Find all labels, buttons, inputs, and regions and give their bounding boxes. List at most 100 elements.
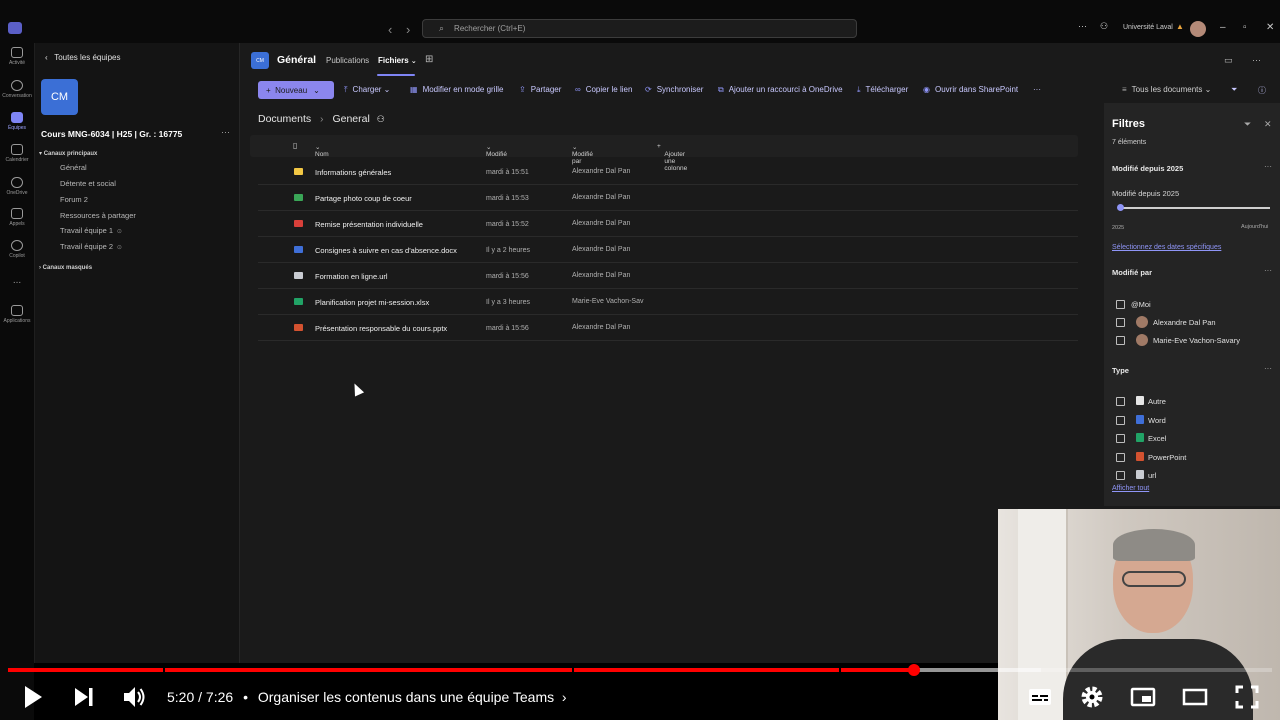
filter-checkbox-type[interactable] [1116, 434, 1125, 443]
file-name[interactable]: Planification projet mi-session.xlsx [315, 298, 429, 307]
channel-travail-1[interactable]: Travail équipe 1 ⊙ [60, 226, 122, 235]
rail-teams[interactable]: Équipes [0, 112, 34, 131]
section-hidden-channels[interactable]: › Canaux masqués [39, 265, 92, 271]
play-icon[interactable] [22, 684, 44, 710]
channel-ressources[interactable]: Ressources à partager [60, 211, 136, 220]
col-modified[interactable]: Modifié ⌄ [486, 143, 507, 158]
share-button[interactable]: ⇪ Partager [519, 85, 561, 94]
rail-calls[interactable]: Appels [0, 208, 34, 227]
channel-detente[interactable]: Détente et social [60, 179, 116, 188]
file-name[interactable]: Informations générales [315, 168, 391, 177]
back-arrow-icon[interactable]: ‹ [388, 22, 392, 37]
view-selector[interactable]: ≡ Tous les documents ⌄ [1122, 85, 1211, 94]
rail-activity[interactable]: Activité [0, 47, 34, 66]
table-row[interactable]: Formation en ligne.url mardi à 15:56 Alexa… [258, 263, 1078, 289]
rail-chat[interactable]: Conversation [0, 80, 34, 99]
fullscreen-icon[interactable] [1234, 684, 1260, 710]
channel-general[interactable]: Général [60, 163, 87, 172]
download-button[interactable]: ⤓ Télécharger [857, 85, 908, 95]
miniplayer-icon[interactable] [1130, 684, 1156, 710]
forward-arrow-icon[interactable]: › [406, 22, 410, 37]
breadcrumb-root[interactable]: Documents [258, 113, 311, 125]
tab-publications[interactable]: Publications [326, 56, 369, 65]
filter-checkbox-type[interactable] [1116, 471, 1125, 480]
settings-gear-icon[interactable] [1079, 684, 1105, 710]
info-icon[interactable]: ⓘ [1258, 85, 1266, 96]
table-row[interactable]: Présentation responsable du cours.pptx ma… [258, 315, 1078, 341]
file-name[interactable]: Remise présentation individuelle [315, 220, 423, 229]
table-row[interactable]: Partage photo coup de coeur mardi à 15:53… [258, 185, 1078, 211]
search-box[interactable]: ⌕ Rechercher (Ctrl+E) [422, 19, 857, 38]
filter-checkbox-marie-eve[interactable] [1116, 336, 1125, 345]
clear-filter-icon[interactable]: ⏷ [1244, 119, 1251, 130]
restore-icon[interactable]: ▫ [1243, 22, 1247, 33]
section-more-icon[interactable]: ··· [1264, 364, 1272, 373]
file-name[interactable]: Présentation responsable du cours.pptx [315, 324, 447, 333]
rail-more[interactable]: ... [0, 275, 34, 286]
copy-link-button[interactable]: ∞ Copier le lien [575, 85, 632, 94]
channel-label: Travail équipe 2 [60, 242, 114, 251]
add-column-button[interactable]: + Ajouter une colonne [657, 143, 687, 172]
rail-copilot[interactable]: Copilot [0, 240, 34, 259]
filter-checkbox-me[interactable] [1116, 300, 1125, 309]
filter-checkbox-alexandre[interactable] [1116, 318, 1125, 327]
rail-apps[interactable]: Applications [0, 305, 34, 324]
add-tab-icon[interactable]: ⊞ [425, 54, 433, 65]
channel-forum-2[interactable]: Forum 2 [60, 195, 88, 204]
channel-travail-2[interactable]: Travail équipe 2 ⊙ [60, 242, 122, 251]
file-name[interactable]: Consignes à suivre en cas d'absence.docx [315, 246, 457, 255]
new-button[interactable]: + Nouveau ⌄ [258, 81, 334, 99]
theater-mode-icon[interactable] [1182, 684, 1208, 710]
next-icon[interactable] [73, 684, 95, 710]
scrubber-handle[interactable] [908, 664, 921, 676]
upload-button[interactable]: ⤒ Charger ⌄ [344, 85, 390, 95]
breadcrumb: Documents › General ⚇ [258, 113, 385, 125]
header-more-icon[interactable]: ··· [1252, 55, 1261, 65]
file-name[interactable]: Partage photo coup de coeur [315, 194, 412, 203]
section-main-channels[interactable]: ▾ Canaux principaux [39, 150, 97, 157]
volume-icon[interactable] [122, 684, 148, 710]
table-row[interactable]: Remise présentation individuelle mardi à … [258, 211, 1078, 237]
open-sharepoint-button[interactable]: ◉ Ouvrir dans SharePoint [923, 85, 1018, 94]
filter-checkbox-type[interactable] [1116, 397, 1125, 406]
search-input[interactable]: Rechercher (Ctrl+E) [454, 24, 525, 33]
chevron-right-icon[interactable]: › [558, 689, 567, 705]
back-to-teams[interactable]: ‹ Toutes les équipes [45, 53, 120, 62]
rail-onedrive[interactable]: OneDrive [0, 177, 34, 196]
toolbar-more-icon[interactable]: ··· [1033, 85, 1041, 94]
people-icon[interactable]: ⚇ [377, 114, 385, 124]
chapter-title[interactable]: Organiser les contenus dans une équipe T… [258, 689, 554, 705]
sync-button[interactable]: ⟳ Synchroniser [645, 85, 703, 94]
subtitles-icon[interactable] [1027, 684, 1053, 710]
date-slider-thumb[interactable] [1117, 204, 1124, 211]
col-modified-by[interactable]: Modifié par ⌄ [572, 143, 593, 165]
close-filters-icon[interactable]: ✕ [1264, 119, 1272, 130]
table-row[interactable]: Consignes à suivre en cas d'absence.docx… [258, 237, 1078, 263]
table-row[interactable]: Informations générales mardi à 15:51 Alexa… [258, 159, 1078, 185]
specific-dates-link[interactable]: Sélectionnez des dates spécifiques [1112, 244, 1221, 251]
date-slider[interactable] [1118, 207, 1270, 209]
section-more-icon[interactable]: ··· [1264, 162, 1272, 171]
close-icon[interactable]: ✕ [1266, 22, 1274, 33]
file-name[interactable]: Formation en ligne.url [315, 272, 388, 281]
show-all-link[interactable]: Afficher tout [1112, 485, 1149, 492]
section-label: Canaux principaux [43, 151, 98, 157]
team-name[interactable]: Cours MNG-6034 | H25 | Gr. : 16775 [41, 129, 182, 139]
rail-calendar[interactable]: Calendrier [0, 144, 34, 163]
user-avatar[interactable] [1190, 21, 1206, 37]
section-more-icon[interactable]: ··· [1264, 266, 1272, 275]
onedrive-shortcut-button[interactable]: ⧉ Ajouter un raccourci à OneDrive [718, 85, 843, 95]
table-row[interactable]: Planification projet mi-session.xlsx Il y… [258, 289, 1078, 315]
filter-checkbox-type[interactable] [1116, 452, 1125, 462]
grid-edit-button[interactable]: ▦ Modifier en mode grille [410, 85, 504, 94]
minimize-icon[interactable]: – [1220, 22, 1226, 33]
rail-label: OneDrive [6, 190, 28, 196]
tab-fichiers[interactable]: Fichiers ⌄ [378, 56, 417, 65]
video-call-icon[interactable]: ▭ [1224, 55, 1233, 66]
person-settings-icon[interactable]: ⚇ [1100, 21, 1108, 32]
filter-icon[interactable]: ⏷ [1231, 85, 1237, 95]
more-options-icon[interactable]: ··· [1078, 21, 1087, 31]
team-more-icon[interactable]: ··· [221, 127, 230, 137]
filter-checkbox-type[interactable] [1116, 415, 1125, 425]
col-name[interactable]: Nom ⌄ [315, 143, 329, 158]
